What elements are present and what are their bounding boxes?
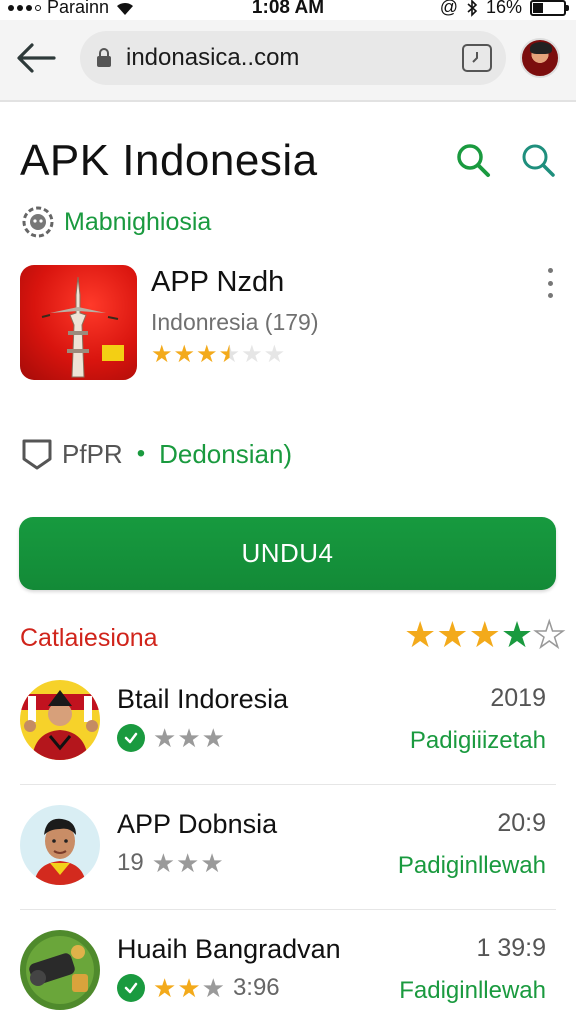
list-item-tag[interactable]: Padiginllewah: [398, 852, 546, 880]
list-item-rating: ★ ★ ★: [153, 975, 225, 1001]
star-icon: ★: [201, 723, 225, 753]
divider: [20, 784, 556, 785]
battery-icon: [530, 0, 569, 16]
developer-badge-icon: [22, 206, 54, 238]
list-item-duration: 3:96: [232, 974, 280, 1001]
list-item-count: 19: [117, 849, 144, 876]
list-item-year: 20:9: [497, 809, 546, 837]
list-item-year: 2019: [490, 684, 546, 712]
app-name: APP Nzdh: [151, 266, 285, 298]
url-text[interactable]: indonasica..com: [126, 44, 299, 72]
meta-row: PfPR • Dedonsian): [20, 437, 292, 471]
star-icon: ★: [200, 848, 224, 878]
star-icon: ★: [500, 614, 534, 655]
status-right: @ 16%: [439, 0, 569, 18]
list-item-title: APP Dobnsia: [117, 809, 278, 839]
star-icon: ★: [404, 614, 437, 655]
list-item-thumbnail: [20, 805, 100, 885]
install-button[interactable]: UNDU4: [19, 517, 556, 590]
tabs-icon[interactable]: [462, 44, 492, 72]
star-icon: ★: [468, 614, 501, 655]
list-item-rating: ★ ★ ★: [152, 850, 224, 876]
battery-percent: 16%: [485, 0, 522, 17]
list-item-thumbnail: [20, 930, 100, 1010]
app-icon[interactable]: [20, 265, 137, 380]
list-item-title: Btail Indoresia: [117, 684, 289, 714]
list-item[interactable]: Huaih Bangradvan 1 39:9 ★ ★ ★ 3:96 Fadig…: [0, 930, 576, 1024]
list-item[interactable]: Btail Indoresia 2019 ★ ★ ★ Padigiiizetah: [0, 680, 576, 805]
app-rating: ★ ★ ★ ★ ★ ★: [151, 343, 285, 367]
star-icon: ★: [173, 341, 196, 368]
star-icon: ★: [176, 848, 200, 878]
list-item-thumbnail: [20, 680, 100, 760]
app-subtitle: Indonresia (179): [151, 309, 319, 335]
developer-name[interactable]: Mabnighiosia: [64, 208, 211, 237]
verified-check-icon: [117, 724, 145, 752]
meta-link[interactable]: Dedonsian): [159, 439, 292, 470]
star-empty-icon: ★: [532, 614, 566, 655]
star-icon: ★: [177, 973, 201, 1003]
star-icon: ★: [196, 341, 218, 368]
star-icon: ★: [151, 848, 176, 878]
list-item-title: Huaih Bangradvan: [117, 934, 341, 964]
verified-check-icon: [117, 974, 145, 1002]
star-empty-icon: ★: [263, 341, 286, 368]
star-icon: ★: [177, 723, 201, 753]
list-item-year: 1 39:9: [476, 934, 546, 962]
status-bar: Parainn 1:08 AM @ 16%: [0, 0, 576, 20]
meta-tag: PfPR: [62, 438, 123, 469]
more-options-icon[interactable]: [540, 268, 560, 298]
list-item[interactable]: APP Dobnsia 20:9 19 ★ ★ ★ Padiginllewah: [0, 805, 576, 930]
section-rating: ★ ★ ★ ★ ★: [404, 614, 566, 655]
list-item-tag[interactable]: Fadiginllewah: [399, 977, 546, 1005]
back-arrow-icon[interactable]: [14, 38, 58, 78]
list-item-meta: 19 ★ ★ ★: [117, 849, 224, 877]
profile-avatar[interactable]: [520, 38, 560, 78]
list-item-meta: ★ ★ ★ 3:96: [117, 974, 280, 1002]
search-alt-icon[interactable]: [520, 142, 556, 178]
list-item-tag[interactable]: Padigiiizetah: [410, 727, 546, 755]
tower-illustration: [41, 276, 124, 378]
star-icon: ★: [153, 973, 177, 1003]
page-title: APK Indonesia: [20, 136, 318, 185]
at-icon: @: [439, 0, 458, 17]
bluetooth-icon: [467, 0, 478, 17]
star-icon: ★: [201, 973, 225, 1003]
star-icon: ★: [151, 341, 173, 368]
section-title[interactable]: Catlaiesiona: [20, 624, 158, 653]
divider: [20, 909, 556, 910]
separator-dot: •: [136, 440, 146, 467]
browser-toolbar: indonasica..com: [0, 20, 576, 102]
address-bar[interactable]: indonasica..com: [80, 31, 506, 85]
list-item-rating: ★ ★ ★: [153, 725, 225, 751]
star-half-icon: ★: [218, 341, 241, 368]
tag-icon: [22, 439, 52, 470]
star-icon: ★: [153, 723, 177, 753]
star-icon: ★: [436, 614, 469, 655]
developer-row[interactable]: Mabnighiosia: [20, 204, 211, 240]
search-icon[interactable]: [455, 142, 491, 178]
star-empty-icon: ★: [241, 341, 263, 368]
list-item-meta: ★ ★ ★: [117, 724, 225, 752]
lock-icon: [97, 48, 111, 67]
